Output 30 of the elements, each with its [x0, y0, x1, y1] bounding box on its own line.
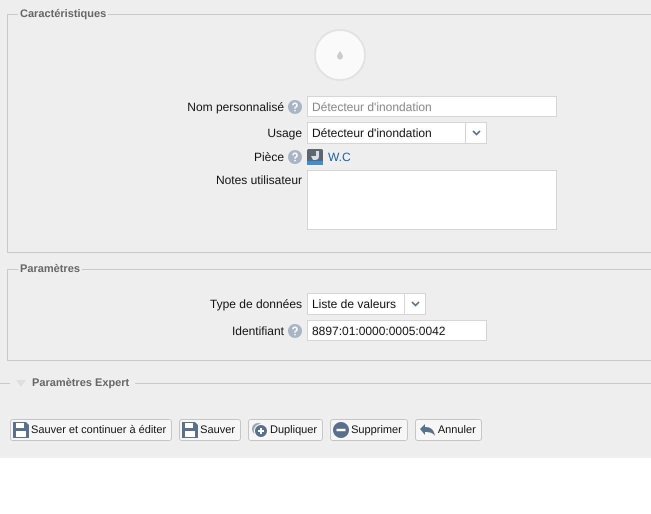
field-label: Identifiant	[232, 324, 284, 338]
dropdown[interactable]: Détecteur d'inondation	[307, 122, 487, 144]
action-button[interactable]: Sauver	[179, 419, 241, 441]
field-label: Notes utilisateur	[216, 173, 302, 187]
action-button[interactable]: Sauver et continuer à éditer	[10, 419, 172, 441]
field-label: Usage	[267, 126, 302, 140]
help-icon[interactable]	[288, 150, 302, 164]
section-title: Caractéristiques	[19, 8, 108, 20]
dropdown[interactable]: Liste de valeurs	[307, 293, 426, 315]
help-icon[interactable]	[288, 324, 302, 338]
text-field[interactable]: Détecteur d'inondation	[307, 96, 557, 117]
caret-icon	[472, 130, 480, 136]
sensor-icon	[312, 28, 366, 82]
text-field[interactable]: 8897:01:0000:0005:0042	[307, 320, 487, 341]
toilet-icon	[307, 149, 323, 165]
caret-icon	[410, 301, 420, 307]
add-copy-icon	[251, 422, 268, 438]
field-label: Pièce	[254, 150, 284, 164]
minus-circle-icon	[333, 422, 350, 438]
action-button[interactable]: Annuler	[414, 419, 482, 441]
section-title[interactable]: Paramètres Expert	[32, 377, 130, 389]
room-link[interactable]: W.C	[328, 150, 351, 164]
notes-field[interactable]	[307, 170, 557, 230]
action-button[interactable]: Supprimer	[330, 419, 408, 441]
action-button[interactable]: Dupliquer	[248, 419, 324, 441]
field-label: Nom personnalisé	[187, 100, 284, 114]
field-label: Type de données	[210, 297, 302, 311]
undo-icon	[418, 423, 436, 437]
help-icon[interactable]	[288, 100, 302, 114]
section-title: Paramètres	[19, 263, 81, 275]
